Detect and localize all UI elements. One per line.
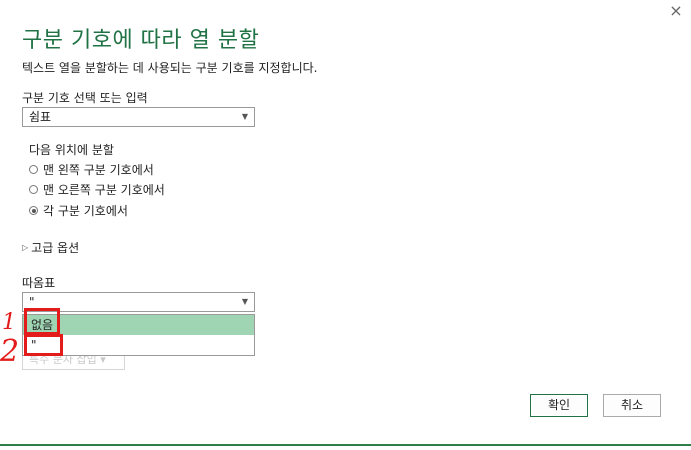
delimiter-select[interactable]: 쉼표 ▼ (22, 107, 255, 127)
dialog-title: 구분 기호에 따라 열 분할 (22, 28, 260, 53)
annotation-box-1 (24, 308, 60, 335)
radio-label: 맨 왼쪽 구분 기호에서 (43, 163, 154, 177)
chevron-down-icon: ▼ (241, 297, 248, 306)
radio-button[interactable] (29, 165, 38, 174)
ok-button[interactable]: 확인 (530, 394, 588, 417)
radio-label: 각 구분 기호에서 (43, 204, 128, 218)
radio-label: 맨 오른쪽 구분 기호에서 (43, 183, 165, 197)
close-icon[interactable]: × (667, 2, 685, 20)
annotation-number-2: 2 (0, 334, 20, 369)
chevron-down-icon: ▼ (241, 112, 248, 121)
radio-leftmost[interactable]: 맨 왼쪽 구분 기호에서 (29, 161, 154, 178)
quote-value: " (29, 295, 35, 309)
advanced-options-label: 고급 옵션 (31, 241, 80, 255)
cancel-button[interactable]: 취소 (603, 394, 661, 417)
delimiter-label: 구분 기호 선택 또는 입력 (22, 91, 148, 105)
annotation-box-2 (24, 334, 63, 356)
bottom-accent-line (0, 444, 691, 446)
split-at-label: 다음 위치에 분할 (29, 143, 114, 157)
radio-button[interactable] (29, 206, 38, 215)
delimiter-value: 쉼표 (29, 110, 52, 124)
radio-each[interactable]: 각 구분 기호에서 (29, 202, 128, 219)
triangle-right-icon: ▷ (22, 243, 29, 252)
dialog-subtitle: 텍스트 열을 분할하는 데 사용되는 구분 기호를 지정합니다. (22, 61, 318, 75)
annotation-number-1: 1 (2, 310, 16, 335)
quote-label: 따옴표 (22, 276, 56, 290)
radio-button[interactable] (29, 185, 38, 194)
radio-rightmost[interactable]: 맨 오른쪽 구분 기호에서 (29, 181, 165, 198)
advanced-options-toggle[interactable]: ▷ 고급 옵션 (22, 239, 79, 256)
